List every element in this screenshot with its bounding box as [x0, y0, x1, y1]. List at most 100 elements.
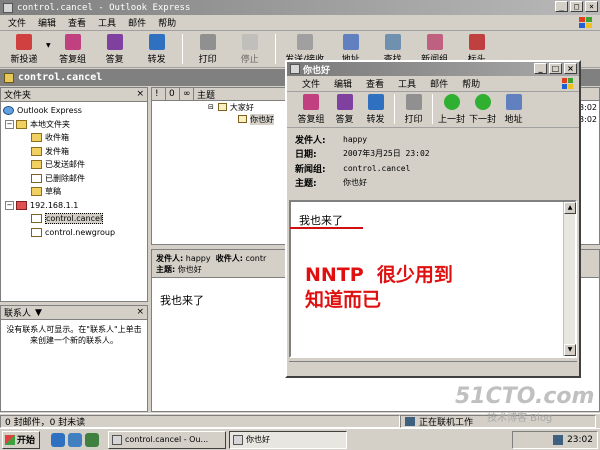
forward-icon [148, 34, 165, 50]
menu-help[interactable]: 帮助 [455, 77, 487, 90]
folder-news-server[interactable]: − 192.168.1.1 [1, 199, 147, 213]
vertical-scrollbar[interactable]: ▲ ▼ [563, 202, 576, 356]
online-icon [405, 416, 415, 426]
collapse-icon[interactable]: − [5, 119, 14, 129]
message-count-status: 0 封邮件，0 封未读 [0, 414, 400, 428]
scroll-up-icon[interactable]: ▲ [564, 202, 576, 214]
taskbar-button-message[interactable]: 你也好 [229, 430, 347, 449]
minimize-button[interactable]: _ [534, 63, 547, 74]
reply-group-button[interactable]: 答复组 [293, 92, 329, 126]
folders-close-icon[interactable]: × [136, 89, 144, 99]
menu-view[interactable]: 查看 [62, 16, 92, 29]
menu-view[interactable]: 查看 [359, 77, 391, 90]
menu-file[interactable]: 文件 [295, 77, 327, 90]
watermark: 51CTO.com 技术博客 Blog [455, 384, 594, 424]
collapse-icon[interactable]: − [5, 200, 14, 210]
task-label: 你也好 [246, 435, 270, 444]
folder-deleted-items[interactable]: 已删除邮件 [1, 172, 147, 186]
folder-outlook-express[interactable]: Outlook Express [1, 104, 147, 118]
attachment-column-header[interactable]: 0 [166, 87, 180, 101]
thread-collapse-icon[interactable]: ⊟ [208, 103, 214, 111]
print-icon [405, 94, 422, 110]
message-window-title-bar[interactable]: 你也好 _ □ × [287, 62, 579, 76]
menu-message[interactable]: 邮件 [122, 16, 152, 29]
contacts-header[interactable]: 联系人 ▼ × [1, 306, 147, 320]
network-icon[interactable] [553, 435, 564, 445]
inbox-icon [31, 133, 42, 143]
close-button[interactable]: × [564, 63, 577, 74]
maximize-button[interactable]: □ [549, 63, 562, 74]
priority-column-header[interactable]: ! [152, 87, 166, 101]
desktop-icon[interactable] [85, 432, 99, 447]
main-title-bar[interactable]: control.cancel - Outlook Express _ □ × [0, 0, 600, 15]
close-button[interactable]: × [585, 1, 598, 12]
menu-tools[interactable]: 工具 [391, 77, 423, 90]
maximize-button[interactable]: □ [570, 1, 583, 12]
watermark-main: 51CTO.com [455, 384, 595, 409]
contacts-close-icon[interactable]: × [136, 307, 144, 317]
folder-label: Outlook Express [17, 106, 82, 116]
reply-label: 答复 [335, 115, 354, 125]
previous-button[interactable]: 上一封 [436, 92, 467, 126]
header-from-value: happy [343, 134, 368, 144]
print-icon [199, 34, 216, 50]
new-post-dropdown-icon[interactable]: ▼ [46, 42, 51, 49]
menu-edit[interactable]: 编辑 [32, 16, 62, 29]
message-window-title: 你也好 [303, 65, 331, 76]
watch-column-header[interactable]: ∞ [180, 87, 194, 101]
reply-button[interactable]: 答复 [95, 32, 135, 66]
next-button[interactable]: 下一封 [467, 92, 498, 126]
folder-local-folders[interactable]: − 本地文件夹 [1, 118, 147, 132]
watermark-sub: 技术博客 Blog [487, 413, 553, 424]
menu-file[interactable]: 文件 [2, 16, 32, 29]
new-post-icon [16, 34, 32, 50]
news-server-icon [16, 200, 27, 210]
annotation-text: NNTP 很少用到 知道而已 [305, 263, 453, 313]
reply-group-button[interactable]: 答复组 [53, 32, 93, 66]
menu-edit[interactable]: 编辑 [327, 77, 359, 90]
reply-button[interactable]: 答复 [329, 92, 360, 126]
addresses-icon [342, 34, 359, 50]
folder-label: 发件箱 [45, 146, 69, 156]
taskbar-button-outlook[interactable]: control.cancel - Ou... [108, 430, 226, 449]
message-window-toolbar: 答复组 答复 转发 打印 上一封 下一封 地址 [287, 92, 579, 128]
reply-icon [106, 34, 123, 50]
print-button[interactable]: 打印 [188, 32, 228, 66]
message-headers: 发件人: happy 日期: 2007年3月25日 23:02 新闻组: con… [287, 128, 579, 198]
addresses-icon [505, 94, 522, 110]
minimize-button[interactable]: _ [555, 1, 568, 12]
folder-control-cancel[interactable]: control.cancel [1, 212, 147, 226]
scroll-down-icon[interactable]: ▼ [564, 344, 576, 356]
folder-tree: Outlook Express − 本地文件夹 收件箱 发件箱 已发送邮件 已删… [1, 102, 147, 239]
menu-message[interactable]: 邮件 [423, 77, 455, 90]
start-button[interactable]: 开始 [2, 430, 40, 449]
newsgroups-icon [426, 34, 443, 50]
menu-tools[interactable]: 工具 [92, 16, 122, 29]
folder-inbox[interactable]: 收件箱 [1, 131, 147, 145]
folder-label: 已发送邮件 [45, 160, 85, 170]
header-subject-row: 主题: 你也好 [295, 176, 571, 191]
stop-button[interactable]: 停止 [230, 32, 270, 66]
print-button[interactable]: 打印 [398, 92, 429, 126]
annotation-underline [290, 227, 363, 229]
folder-drafts[interactable]: 草稿 [1, 185, 147, 199]
system-tray: 23:02 [512, 431, 598, 449]
contacts-title: 联系人 [4, 309, 32, 319]
folder-label: 收件箱 [45, 133, 69, 143]
folder-sent-items[interactable]: 已发送邮件 [1, 158, 147, 172]
forward-button[interactable]: 转发 [360, 92, 391, 126]
windows-flag-icon [5, 434, 15, 445]
menu-help[interactable]: 帮助 [152, 16, 182, 29]
newsgroup-icon [31, 227, 42, 237]
previous-icon [443, 94, 460, 110]
forward-button[interactable]: 转发 [137, 32, 177, 66]
folder-outbox[interactable]: 发件箱 [1, 145, 147, 159]
chevron-down-icon[interactable]: ▼ [35, 308, 42, 318]
new-post-button[interactable]: 新投递 [4, 32, 44, 66]
addresses-button[interactable]: 地址 [498, 92, 529, 126]
stop-icon [241, 34, 258, 50]
internet-explorer-icon[interactable] [51, 432, 65, 447]
reply-icon [336, 94, 353, 110]
outlook-quicklaunch-icon[interactable] [68, 432, 82, 447]
folder-control-newgroup[interactable]: control.newgroup [1, 226, 147, 240]
